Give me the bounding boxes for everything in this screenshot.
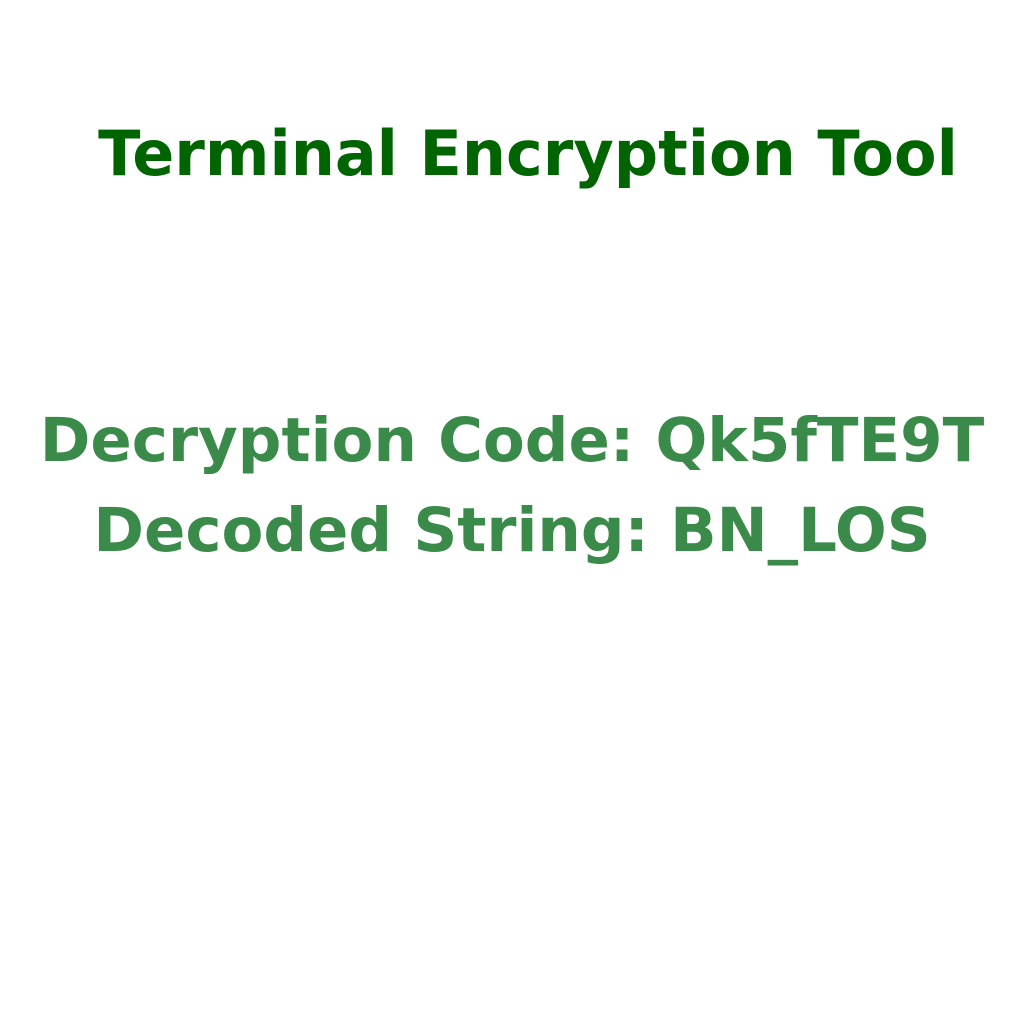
decryption-code-line: Decryption Code: Qk5fTE9T xyxy=(39,405,985,476)
page-title: Terminal Encryption Tool xyxy=(98,117,958,190)
decoded-string-line: Decoded String: BN_LOS xyxy=(93,495,931,566)
output-panel: Decryption Code: Qk5fTE9T Decoded String… xyxy=(0,396,1024,576)
encryption-tool-window: Terminal Encryption Tool Decryption Code… xyxy=(0,0,1024,1024)
